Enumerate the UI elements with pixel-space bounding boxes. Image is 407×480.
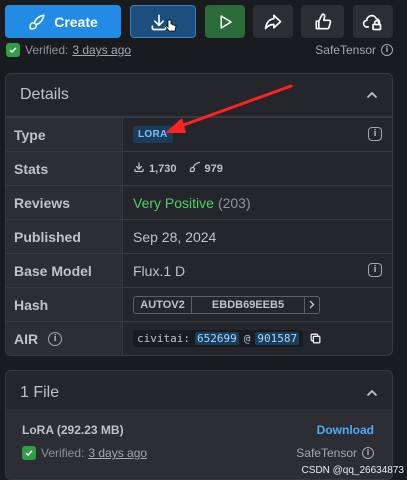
- base-model-value: Flux.1 D: [133, 262, 186, 279]
- cursor-hand-icon: [165, 19, 177, 33]
- files-panel: 1 File LoRA (292.23 MB) Download Verifie…: [5, 370, 393, 480]
- format-label: SafeTensor: [315, 43, 376, 57]
- create-label: Create: [54, 13, 98, 30]
- thumbs-up-icon: [313, 12, 333, 32]
- published-date: Sep 28, 2024: [133, 228, 217, 245]
- air-prefix: civitai:: [137, 332, 190, 345]
- row-value: Very Positive (203): [123, 186, 392, 219]
- info-icon[interactable]: i: [381, 44, 393, 56]
- file-format-label: SafeTensor: [296, 446, 357, 460]
- info-icon[interactable]: i: [368, 127, 382, 141]
- row-label: Type: [6, 118, 123, 151]
- generations-count: 979: [204, 162, 223, 175]
- row-value: Flux.1 D i: [123, 254, 392, 287]
- details-title: Details: [20, 86, 69, 103]
- file-row: LoRA (292.23 MB) Download: [22, 423, 374, 437]
- create-button[interactable]: Create: [5, 5, 121, 38]
- share-button[interactable]: [253, 5, 293, 38]
- air-identifier[interactable]: civitai: 652699 @ 901587: [133, 330, 304, 347]
- cloud-lock-button[interactable]: [353, 5, 393, 38]
- watermark: CSDN @qq_26634873: [301, 465, 404, 476]
- cloud-lock-icon: [362, 12, 384, 32]
- row-label: Base Model: [6, 254, 123, 287]
- air-separator: @: [243, 332, 251, 345]
- copy-icon[interactable]: [309, 332, 322, 345]
- info-icon[interactable]: i: [362, 447, 374, 459]
- detail-row-air: AIR i civitai: 652699 @ 901587: [6, 321, 392, 355]
- info-icon[interactable]: i: [368, 263, 382, 277]
- row-label: Reviews: [6, 186, 123, 219]
- file-download-link[interactable]: Download: [317, 423, 374, 437]
- play-icon: [216, 13, 234, 31]
- row-label: Hash: [6, 288, 123, 321]
- row-value: AUTOV2 EBDB69EEB5: [123, 288, 392, 321]
- chevron-up-icon[interactable]: [366, 91, 378, 99]
- run-button[interactable]: [205, 5, 245, 38]
- details-panel: Details Type LORA i Stats 1,730 979 Revi…: [5, 73, 393, 356]
- file-name: LoRA (292.23 MB): [22, 423, 124, 437]
- info-icon[interactable]: i: [48, 331, 63, 346]
- row-value: LORA i: [123, 118, 392, 151]
- shield-check-icon: [6, 43, 20, 57]
- shield-check-icon: [22, 446, 36, 460]
- row-label: Published: [6, 220, 123, 253]
- verified-row: Verified: 3 days ago SafeTensor i: [6, 41, 393, 59]
- hash-box[interactable]: AUTOV2 EBDB69EEB5: [133, 295, 320, 314]
- type-badge[interactable]: LORA: [133, 126, 173, 143]
- row-label: AIR i: [6, 322, 123, 355]
- detail-row-base-model: Base Model Flux.1 D i: [6, 253, 392, 287]
- air-model-id: 652699: [194, 332, 239, 345]
- downloads-stat: 1,730: [133, 161, 177, 176]
- detail-row-reviews: Reviews Very Positive (203): [6, 185, 392, 219]
- brush-icon: [189, 161, 201, 176]
- like-button[interactable]: [301, 5, 344, 38]
- hash-type[interactable]: AUTOV2: [134, 296, 192, 313]
- share-icon: [263, 12, 283, 32]
- format-indicator: SafeTensor i: [315, 43, 393, 57]
- detail-row-type: Type LORA i: [6, 117, 392, 151]
- downloads-count: 1,730: [149, 162, 177, 175]
- brush-icon: [28, 13, 46, 31]
- files-header[interactable]: 1 File: [6, 371, 392, 414]
- detail-row-stats: Stats 1,730 979: [6, 151, 392, 185]
- generations-stat: 979: [189, 161, 223, 176]
- verified-date-link[interactable]: 3 days ago: [72, 43, 131, 57]
- file-verified-prefix: Verified:: [41, 446, 85, 460]
- verified-prefix: Verified:: [25, 43, 69, 57]
- files-title: 1 File: [20, 383, 60, 401]
- details-header[interactable]: Details: [6, 74, 392, 117]
- chevron-up-icon[interactable]: [366, 389, 378, 397]
- file-format-indicator: SafeTensor i: [296, 446, 374, 460]
- detail-row-hash: Hash AUTOV2 EBDB69EEB5: [6, 287, 392, 321]
- file-meta: Verified: 3 days ago SafeTensor i: [22, 446, 374, 460]
- download-button[interactable]: [130, 5, 196, 38]
- chevron-right-icon[interactable]: [305, 297, 319, 313]
- detail-row-published: Published Sep 28, 2024: [6, 219, 392, 253]
- row-value: civitai: 652699 @ 901587: [123, 322, 392, 355]
- review-rating-link[interactable]: Very Positive: [133, 195, 214, 211]
- air-version-id: 901587: [255, 332, 300, 345]
- row-value: 1,730 979: [123, 152, 392, 185]
- file-verified-date-link[interactable]: 3 days ago: [88, 446, 147, 460]
- air-label: AIR: [14, 330, 39, 347]
- row-label: Stats: [6, 152, 123, 185]
- download-icon: [133, 161, 145, 176]
- hash-value[interactable]: EBDB69EEB5: [192, 296, 305, 313]
- review-count: (203): [217, 194, 251, 211]
